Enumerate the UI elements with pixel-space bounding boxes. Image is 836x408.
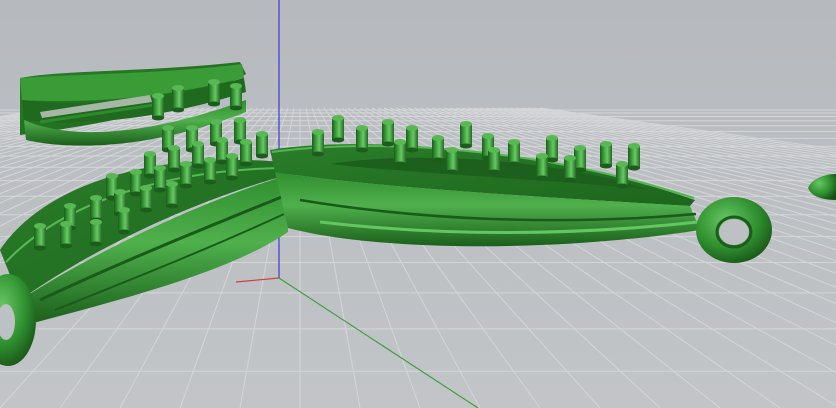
prong	[226, 153, 238, 181]
prong	[628, 143, 640, 171]
prong	[180, 161, 192, 189]
jump-ring-right[interactable]	[696, 197, 772, 263]
prong	[382, 119, 394, 147]
prong	[332, 115, 344, 143]
prong	[488, 147, 500, 175]
prong	[60, 221, 72, 249]
prong	[508, 139, 520, 167]
prong	[204, 157, 216, 185]
prong	[192, 141, 204, 169]
prong	[90, 195, 102, 223]
prong	[152, 93, 164, 121]
prong	[406, 125, 418, 153]
prong	[172, 85, 184, 113]
prong	[256, 131, 268, 159]
prong	[118, 207, 130, 235]
prong	[140, 185, 152, 213]
prong	[394, 139, 406, 167]
prong	[616, 161, 628, 189]
prong	[166, 181, 178, 209]
prong	[240, 139, 252, 167]
prong	[446, 147, 458, 175]
prong	[536, 153, 548, 181]
prong	[460, 121, 472, 149]
prong	[168, 145, 180, 173]
prong	[230, 83, 242, 111]
prong	[312, 129, 324, 157]
prong	[90, 219, 102, 247]
prong	[34, 223, 46, 251]
prong	[154, 165, 166, 193]
prong	[208, 79, 220, 107]
prong	[600, 141, 612, 169]
viewport-perspective[interactable]	[0, 0, 836, 408]
prong	[356, 125, 368, 153]
prong	[564, 155, 576, 183]
prong	[432, 135, 444, 163]
viewport-canvas[interactable]	[0, 0, 836, 408]
